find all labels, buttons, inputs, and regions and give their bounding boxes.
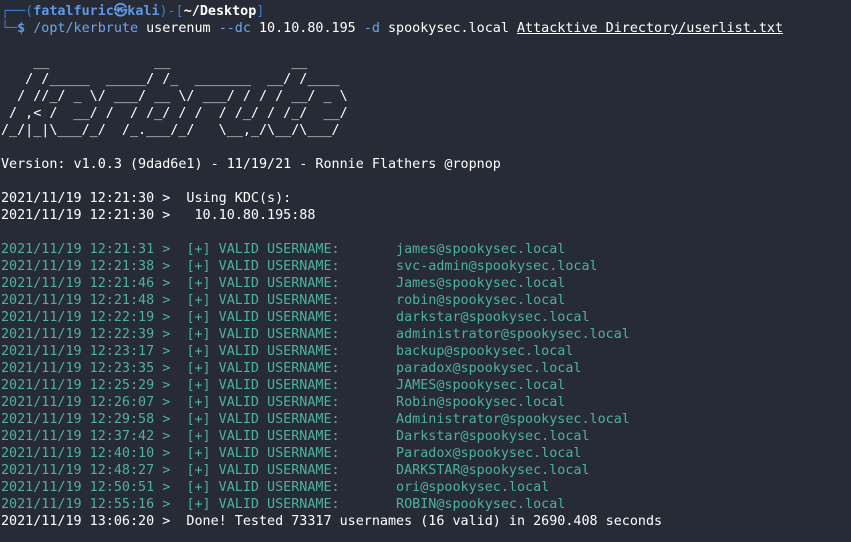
banner-line-4: / ,< / __/ / / /_/ / / / /_/ / /_/ __/: [1, 106, 348, 121]
command-ip: 10.10.80.195: [250, 21, 364, 36]
kdc-line-1: 2021/11/19 12:21:30 > Using KDC(s):: [1, 191, 292, 206]
result-timestamp: 2021/11/19 12:55:16 >: [1, 497, 187, 512]
result-username: paradox@spookysec.local: [396, 361, 582, 376]
result-username: Paradox@spookysec.local: [396, 446, 582, 461]
command-line[interactable]: └─$ /opt/kerbrute userenum --dc 10.10.80…: [1, 20, 851, 37]
prompt-box-end: ]: [256, 4, 265, 19]
result-row: 2021/11/19 12:37:42 > [+] VALID USERNAME…: [1, 428, 851, 445]
result-username: JAMES@spookysec.local: [396, 378, 566, 393]
result-tag: [+] VALID USERNAME:: [186, 310, 397, 325]
result-timestamp: 2021/11/19 12:48:27 >: [1, 463, 187, 478]
result-username: DARKSTAR@spookysec.local: [396, 463, 590, 478]
result-username: Administrator@spookysec.local: [396, 412, 630, 427]
banner-line-3: / //_/ _ \/ ___/ __ \/ ___/ / / / __/ _ …: [1, 89, 348, 104]
result-row: 2021/11/19 12:50:51 > [+] VALID USERNAME…: [1, 479, 851, 496]
result-timestamp: 2021/11/19 12:21:31 >: [1, 242, 187, 257]
prompt-line-top: ┌──(fatalfuric㉿kali)-[~/Desktop]: [1, 3, 851, 20]
result-row: 2021/11/19 12:55:16 > [+] VALID USERNAME…: [1, 496, 851, 513]
result-timestamp: 2021/11/19 12:50:51 >: [1, 480, 187, 495]
result-username: robin@spookysec.local: [396, 293, 566, 308]
result-username: darkstar@spookysec.local: [396, 310, 590, 325]
result-username: svc-admin@spookysec.local: [396, 259, 598, 274]
result-tag: [+] VALID USERNAME:: [186, 429, 397, 444]
result-username: ori@spookysec.local: [396, 480, 550, 495]
result-row: 2021/11/19 12:40:10 > [+] VALID USERNAME…: [1, 445, 851, 462]
result-username: james@spookysec.local: [396, 242, 566, 257]
result-username: administrator@spookysec.local: [396, 327, 630, 342]
result-username: backup@spookysec.local: [396, 344, 574, 359]
result-row: 2021/11/19 12:22:19 > [+] VALID USERNAME…: [1, 309, 851, 326]
result-tag: [+] VALID USERNAME:: [186, 497, 397, 512]
prompt-box-mid: )-[: [159, 4, 184, 19]
result-username: Darkstar@spookysec.local: [396, 429, 590, 444]
command-domain: spookysec.local: [379, 21, 517, 36]
result-timestamp: 2021/11/19 12:23:35 >: [1, 361, 187, 376]
result-tag: [+] VALID USERNAME:: [186, 327, 397, 342]
result-timestamp: 2021/11/19 12:21:38 >: [1, 259, 187, 274]
result-row: 2021/11/19 12:22:39 > [+] VALID USERNAME…: [1, 326, 851, 343]
terminal-window[interactable]: ┌──(fatalfuric㉿kali)-[~/Desktop] └─$ /op…: [0, 0, 851, 542]
result-tag: [+] VALID USERNAME:: [186, 463, 397, 478]
result-username: James@spookysec.local: [396, 276, 566, 291]
result-row: 2021/11/19 12:21:38 > [+] VALID USERNAME…: [1, 258, 851, 275]
result-timestamp: 2021/11/19 12:23:17 >: [1, 344, 187, 359]
result-tag: [+] VALID USERNAME:: [186, 344, 397, 359]
results-list: 2021/11/19 12:21:31 > [+] VALID USERNAME…: [1, 241, 851, 513]
banner-line-1: __ __ __: [1, 55, 348, 70]
result-timestamp: 2021/11/19 12:40:10 >: [1, 446, 187, 461]
result-timestamp: 2021/11/19 12:22:39 >: [1, 327, 187, 342]
command-executable: /opt/kerbrute: [33, 21, 139, 36]
result-timestamp: 2021/11/19 12:21:48 >: [1, 293, 187, 308]
prompt-box-top: ┌──(: [1, 4, 34, 19]
result-timestamp: 2021/11/19 12:21:46 >: [1, 276, 187, 291]
prompt-cwd: ~/Desktop: [183, 4, 257, 19]
result-tag: [+] VALID USERNAME:: [186, 378, 397, 393]
result-row: 2021/11/19 12:21:48 > [+] VALID USERNAME…: [1, 292, 851, 309]
banner-line-5: /_/|_|\___/_/ /_.___/_/ \__,_/\__/\___/: [1, 123, 348, 138]
result-tag: [+] VALID USERNAME:: [186, 361, 397, 376]
done-line: 2021/11/19 13:06:20 > Done! Tested 73317…: [1, 514, 663, 529]
result-row: 2021/11/19 12:21:31 > [+] VALID USERNAME…: [1, 241, 851, 258]
command-flag-dc: --dc: [218, 21, 251, 36]
result-row: 2021/11/19 12:23:35 > [+] VALID USERNAME…: [1, 360, 851, 377]
result-username: Robin@spookysec.local: [396, 395, 566, 410]
result-tag: [+] VALID USERNAME:: [186, 293, 397, 308]
result-tag: [+] VALID USERNAME:: [186, 412, 397, 427]
prompt-box-bottom: └─: [1, 21, 18, 36]
kdc-line-2: 2021/11/19 12:21:30 > 10.10.80.195:88: [1, 208, 316, 223]
result-tag: [+] VALID USERNAME:: [186, 446, 397, 461]
result-tag: [+] VALID USERNAME:: [186, 259, 397, 274]
version-line: Version: v1.0.3 (9dad6e1) - 11/19/21 - R…: [1, 157, 501, 172]
result-row: 2021/11/19 12:48:27 > [+] VALID USERNAME…: [1, 462, 851, 479]
result-row: 2021/11/19 12:21:46 > [+] VALID USERNAME…: [1, 275, 851, 292]
result-timestamp: 2021/11/19 12:29:58 >: [1, 412, 187, 427]
result-tag: [+] VALID USERNAME:: [186, 276, 397, 291]
banner-line-2: / /_____ _____/ /_ _______ __/ /____: [1, 72, 348, 87]
command-flag-d: -d: [363, 21, 380, 36]
command-userlist-path[interactable]: Attacktive Directory/userlist.txt: [517, 21, 783, 36]
result-timestamp: 2021/11/19 12:37:42 >: [1, 429, 187, 444]
result-row: 2021/11/19 12:25:29 > [+] VALID USERNAME…: [1, 377, 851, 394]
result-row: 2021/11/19 12:29:58 > [+] VALID USERNAME…: [1, 411, 851, 428]
command-subcommand: userenum: [138, 21, 219, 36]
result-tag: [+] VALID USERNAME:: [186, 242, 397, 257]
prompt-dollar: $: [17, 21, 34, 36]
result-row: 2021/11/19 12:26:07 > [+] VALID USERNAME…: [1, 394, 851, 411]
prompt-user-host: fatalfuric㉿kali: [33, 4, 160, 19]
result-timestamp: 2021/11/19 12:22:19 >: [1, 310, 187, 325]
result-row: 2021/11/19 12:23:17 > [+] VALID USERNAME…: [1, 343, 851, 360]
result-tag: [+] VALID USERNAME:: [186, 395, 397, 410]
result-username: ROBIN@spookysec.local: [396, 497, 566, 512]
result-timestamp: 2021/11/19 12:26:07 >: [1, 395, 187, 410]
result-timestamp: 2021/11/19 12:25:29 >: [1, 378, 187, 393]
result-tag: [+] VALID USERNAME:: [186, 480, 397, 495]
